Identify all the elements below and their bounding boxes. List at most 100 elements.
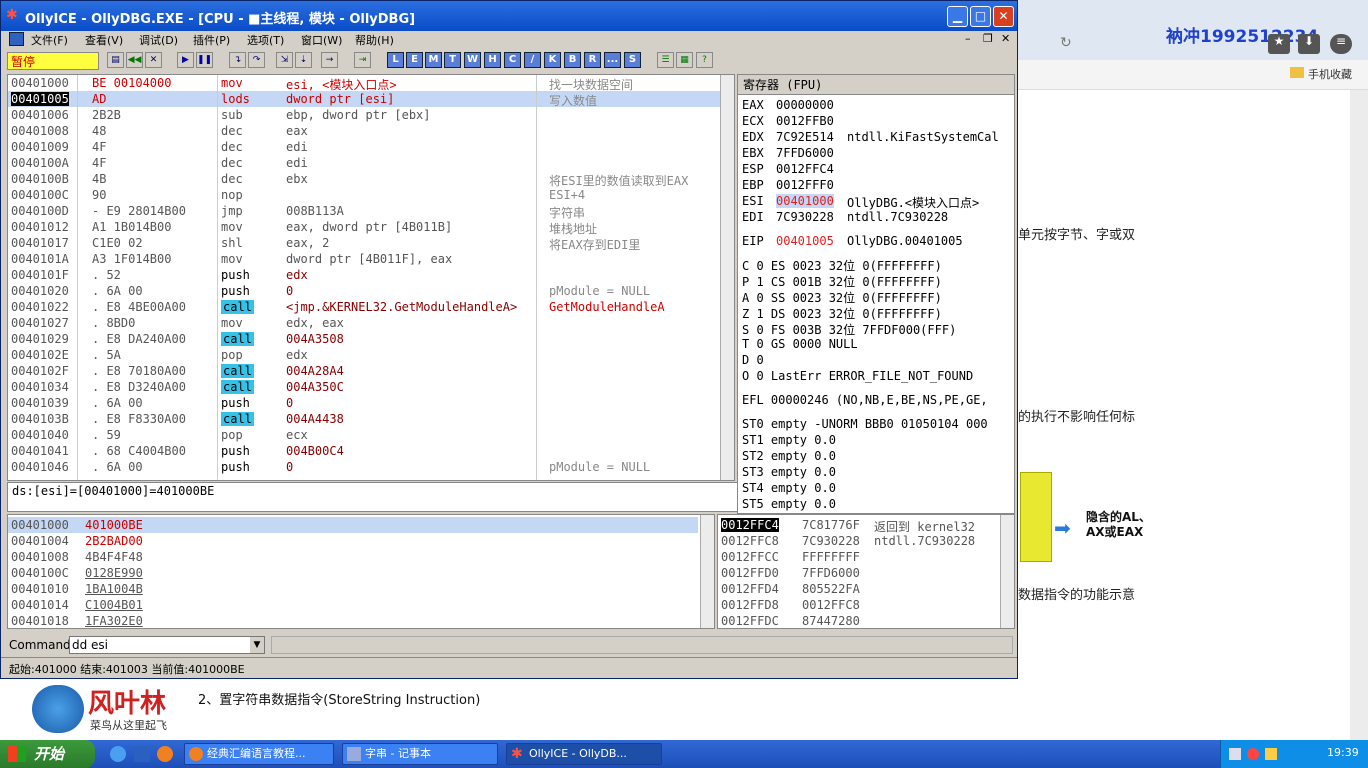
callstack-button[interactable]: K: [544, 52, 561, 68]
log-window-button[interactable]: L: [387, 52, 404, 68]
minimize-button[interactable]: ▁: [947, 6, 968, 27]
step-over-icon[interactable]: ↷: [248, 52, 265, 68]
disasm-row[interactable]: 00401041 . 68 C4004B00 push 004B00C4: [8, 443, 723, 459]
flag-row[interactable]: T 0 GS 0000 NULL: [742, 337, 858, 353]
disasm-row[interactable]: 00401017 C1E0 02 shl eax, 2 将EAX存到EDI里: [8, 235, 723, 252]
tray-clock[interactable]: 19:39: [1327, 746, 1359, 759]
dump-row[interactable]: 00401014 C1004B01: [8, 597, 698, 613]
registers-pane[interactable]: 寄存器 (FPU) EAX 00000000 ECX 0012FFB0 EDX 7C92E…: [737, 74, 1015, 514]
help-icon[interactable]: ?: [696, 52, 713, 68]
cpu-button[interactable]: C: [504, 52, 521, 68]
run-trace-button[interactable]: ...: [604, 52, 621, 68]
mdi-restore-button[interactable]: ❐: [983, 32, 993, 45]
fpu-row[interactable]: ST2 empty 0.0: [742, 449, 836, 465]
refresh-icon[interactable]: ↻: [1060, 35, 1080, 53]
mdi-close-button[interactable]: ✕: [1001, 32, 1010, 45]
flag-row[interactable]: O 0 LastErr ERROR_FILE_NOT_FOUND: [742, 369, 973, 385]
flag-row[interactable]: Z 1 DS 0023 32位 0(FFFFFFFF): [742, 305, 942, 321]
dump-row[interactable]: 00401008 4B4F4F48: [8, 549, 698, 565]
stack-row[interactable]: 0012FFC8 7C930228 ntdll.7C930228: [718, 533, 998, 549]
fpu-row[interactable]: ST3 empty 0.0: [742, 465, 836, 481]
menu-help[interactable]: 帮助(H): [355, 32, 394, 48]
flag-row[interactable]: C 0 ES 0023 32位 0(FFFFFFFF): [742, 257, 942, 273]
maximize-button[interactable]: □: [970, 6, 991, 27]
close-program-icon[interactable]: ✕: [145, 52, 162, 68]
task-ollyice[interactable]: ✱ OllyICE - OllyDB...: [506, 743, 662, 765]
disasm-row[interactable]: 00401029 . E8 DA240A00 call 004A3508: [8, 331, 723, 347]
start-button[interactable]: 开始: [0, 740, 95, 768]
dump-row[interactable]: 00401000 401000BE: [8, 517, 698, 533]
stack-scrollbar[interactable]: [1000, 515, 1014, 628]
bookmark-mobile[interactable]: 手机收藏: [1308, 66, 1352, 82]
fpu-row[interactable]: ST1 empty 0.0: [742, 433, 836, 449]
disasm-row[interactable]: 00401046 . 6A 00 push 0 pModule = NULL: [8, 459, 723, 475]
menu-options[interactable]: 选项(T): [247, 32, 284, 48]
tray-security-icon[interactable]: [1265, 748, 1277, 760]
disasm-row[interactable]: 00401039 . 6A 00 push 0: [8, 395, 723, 411]
disasm-row[interactable]: 0040100B 4B dec ebx 将ESI里的数值读取到EAX: [8, 171, 723, 188]
breakpoints-button[interactable]: B: [564, 52, 581, 68]
disasm-row[interactable]: 0040103B . E8 F8330A00 call 004A4438: [8, 411, 723, 427]
title-bar[interactable]: ✱ OllyICE - OllyDBG.EXE - [CPU - ■主线程, 模…: [1, 1, 1017, 31]
menu-debug[interactable]: 调试(D): [139, 32, 178, 48]
quicklaunch-ie-icon[interactable]: [110, 746, 126, 762]
disasm-row[interactable]: 00401008 48 dec eax: [8, 123, 723, 139]
stack-pane[interactable]: 0012FFC4 7C81776F 返回到 kernel32 0012FFC8 7C93…: [717, 514, 1015, 629]
disasm-row[interactable]: 0040101F . 52 push edx: [8, 267, 723, 283]
command-input[interactable]: dd esi ▼: [69, 636, 265, 654]
disasm-row[interactable]: 00401012 A1 1B014B00 mov eax, dword ptr [4B…: [8, 219, 723, 236]
stack-row[interactable]: 0012FFDC 87447280: [718, 613, 998, 628]
handles-button[interactable]: H: [484, 52, 501, 68]
run-icon[interactable]: ▶: [177, 52, 194, 68]
stack-row[interactable]: 0012FFC4 7C81776F 返回到 kernel32: [718, 517, 998, 534]
disasm-row[interactable]: 00401027 . 8BD0 mov edx, eax: [8, 315, 723, 331]
list-icon[interactable]: ☰: [657, 52, 674, 68]
patches-button[interactable]: /: [524, 52, 541, 68]
disasm-row[interactable]: 0040100A 4F dec edi: [8, 155, 723, 171]
references-button[interactable]: R: [584, 52, 601, 68]
disasm-row[interactable]: 00401005 AD lods dword ptr [esi] 写入数值: [8, 91, 723, 108]
fpu-row[interactable]: ST4 empty 0.0: [742, 481, 836, 497]
menu-plugins[interactable]: 插件(P): [193, 32, 230, 48]
rewind-icon[interactable]: ◀◀: [126, 52, 143, 68]
windows-button[interactable]: W: [464, 52, 481, 68]
flag-row[interactable]: P 1 CS 001B 32位 0(FFFFFFFF): [742, 273, 942, 289]
disasm-row[interactable]: 0040101A A3 1F014B00 mov dword ptr [4B011F]…: [8, 251, 723, 267]
stack-row[interactable]: 0012FFD0 7FFD6000: [718, 565, 998, 581]
trace-into-icon[interactable]: ⇲: [276, 52, 293, 68]
fpu-row[interactable]: ST5 empty 0.0: [742, 497, 836, 513]
open-icon[interactable]: ▤: [107, 52, 124, 68]
dump-row[interactable]: 0040100C 0128E990: [8, 565, 698, 581]
dump-scrollbar[interactable]: [700, 515, 714, 628]
tray-volume-icon[interactable]: [1247, 748, 1259, 760]
threads-button[interactable]: T: [444, 52, 461, 68]
menu-window[interactable]: 窗口(W): [301, 32, 342, 48]
modules-button[interactable]: E: [406, 52, 423, 68]
fpu-row[interactable]: ST0 empty -UNORM BBB0 01050104 000: [742, 417, 988, 433]
flag-row[interactable]: A 0 SS 0023 32位 0(FFFFFFFF): [742, 289, 942, 305]
dump-row[interactable]: 00401018 1FA302E0: [8, 613, 698, 628]
flag-row[interactable]: D 0: [742, 353, 764, 369]
menu-view[interactable]: 查看(V): [85, 32, 123, 48]
disasm-row[interactable]: 0040100D - E9 28014B00 jmp 008B113A 字符串: [8, 203, 723, 220]
execute-till-return-icon[interactable]: →: [321, 52, 338, 68]
step-into-icon[interactable]: ↴: [229, 52, 246, 68]
menu-file[interactable]: 文件(F): [31, 32, 68, 48]
disasm-row[interactable]: 00401022 . E8 4BE00A00 call <jmp.&KERNEL32.…: [8, 299, 723, 315]
disasm-row[interactable]: 00401000 BE 00104000 mov esi, <模块入口点> 找一块数据空…: [8, 75, 723, 92]
task-tutorial[interactable]: 经典汇编语言教程...: [184, 743, 334, 765]
source-button[interactable]: S: [624, 52, 641, 68]
stack-row[interactable]: 0012FFCC FFFFFFFF: [718, 549, 998, 565]
star-icon[interactable]: ★: [1268, 34, 1290, 54]
goto-icon[interactable]: ⇥: [354, 52, 371, 68]
task-notepad[interactable]: 字串 - 记事本: [342, 743, 498, 765]
quicklaunch-firefox-icon[interactable]: [157, 746, 173, 762]
efl-row[interactable]: EFL 00000246 (NO,NB,E,BE,NS,PE,GE,: [742, 393, 988, 409]
memory-button[interactable]: M: [425, 52, 442, 68]
disasm-row[interactable]: 00401034 . E8 D3240A00 call 004A350C: [8, 379, 723, 395]
disasm-row[interactable]: 0040100C 90 nop ESI+4: [8, 187, 723, 203]
download-icon[interactable]: ⬇: [1298, 34, 1320, 54]
disasm-row[interactable]: 0040102E . 5A pop edx: [8, 347, 723, 363]
stack-row[interactable]: 0012FFD4 805522FA: [718, 581, 998, 597]
dump-pane[interactable]: 00401000 401000BE 00401004 2B2BAD00 00401008…: [7, 514, 715, 629]
